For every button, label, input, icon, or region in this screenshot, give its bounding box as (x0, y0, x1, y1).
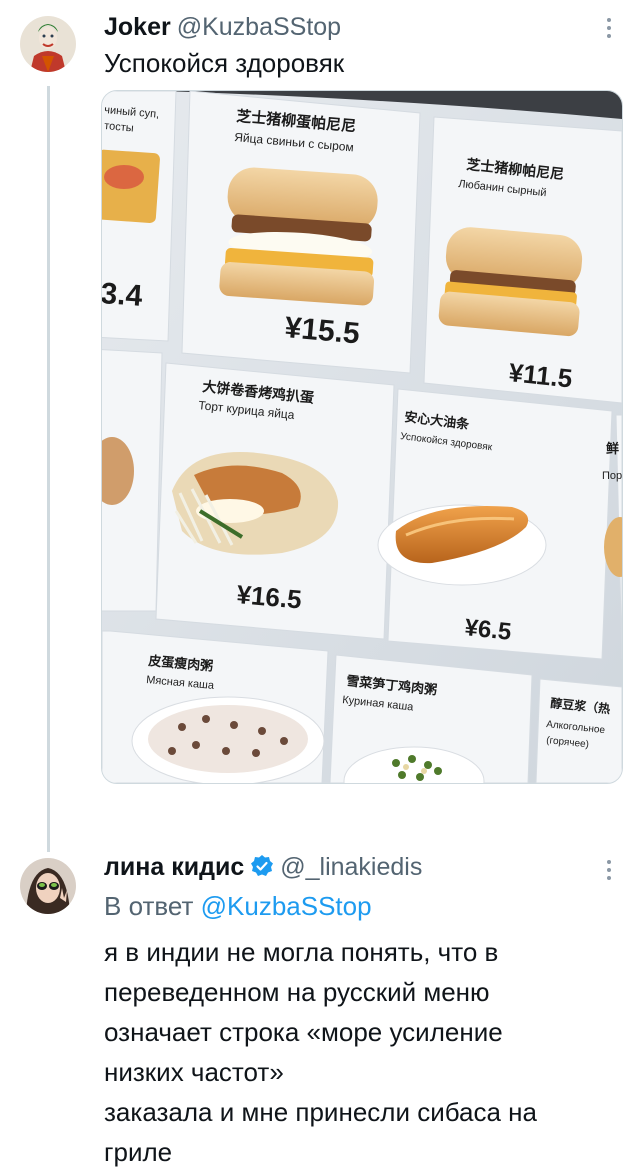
egg-panini-image (219, 167, 378, 306)
reply-line: низких частот» (104, 1057, 284, 1087)
reply-prefix: В ответ (104, 891, 194, 921)
reply-line: означает строка «море усиление (104, 1017, 503, 1047)
verified-badge-icon (250, 854, 274, 885)
tweet-header: Joker @KuzbaSStop (104, 12, 341, 42)
panini-image (438, 227, 583, 337)
tweet-text: Успокойся здоровяк (104, 48, 345, 78)
more-options-icon[interactable] (604, 14, 614, 42)
porridge-image (131, 696, 325, 783)
reply-line: гриле (104, 1137, 173, 1167)
reply-to-link[interactable]: @KuzbaSStop (201, 891, 372, 921)
edge-right-ru: Пор (602, 470, 622, 482)
reply-line: переведенном на русский меню (104, 977, 490, 1007)
edge-left-label-2: тосты (104, 120, 135, 135)
original-tweet[interactable]: Joker @KuzbaSStop Успокойся здоровяк чин… (0, 0, 640, 852)
reply-text: я в индии не могла понять, что в перевед… (104, 932, 604, 1172)
reply-author-handle[interactable]: @_linakiedis (280, 853, 422, 881)
joker-avatar[interactable] (20, 16, 76, 72)
youtiao-image (377, 504, 547, 586)
reply-context: В ответ @KuzbaSStop (104, 891, 372, 922)
lina-avatar[interactable] (20, 858, 76, 914)
reply-author-name[interactable]: лина кидис (104, 853, 244, 881)
edge-left-price: 3.4 (102, 277, 144, 313)
author-handle[interactable]: @KuzbaSStop (177, 13, 341, 41)
author-name[interactable]: Joker (104, 13, 171, 41)
item4-price: ¥6.5 (463, 614, 512, 646)
reply-header: лина кидис @_linakiedis (104, 852, 422, 885)
item1-price: ¥15.5 (283, 311, 361, 350)
edge-right-cn: 鲜 (606, 441, 619, 456)
reply-line: заказала и мне принесли сибаса на (104, 1097, 537, 1127)
thread-line (47, 86, 50, 852)
reply-more-options-icon[interactable] (604, 856, 614, 884)
item3-price: ¥16.5 (235, 579, 302, 615)
reply-line: я в индии не могла понять, что в (104, 937, 499, 967)
tweet-photo[interactable]: чиный суп, тосты 3.4 芝士猪柳蛋帕尼尼 Яйца свинь… (101, 90, 623, 784)
